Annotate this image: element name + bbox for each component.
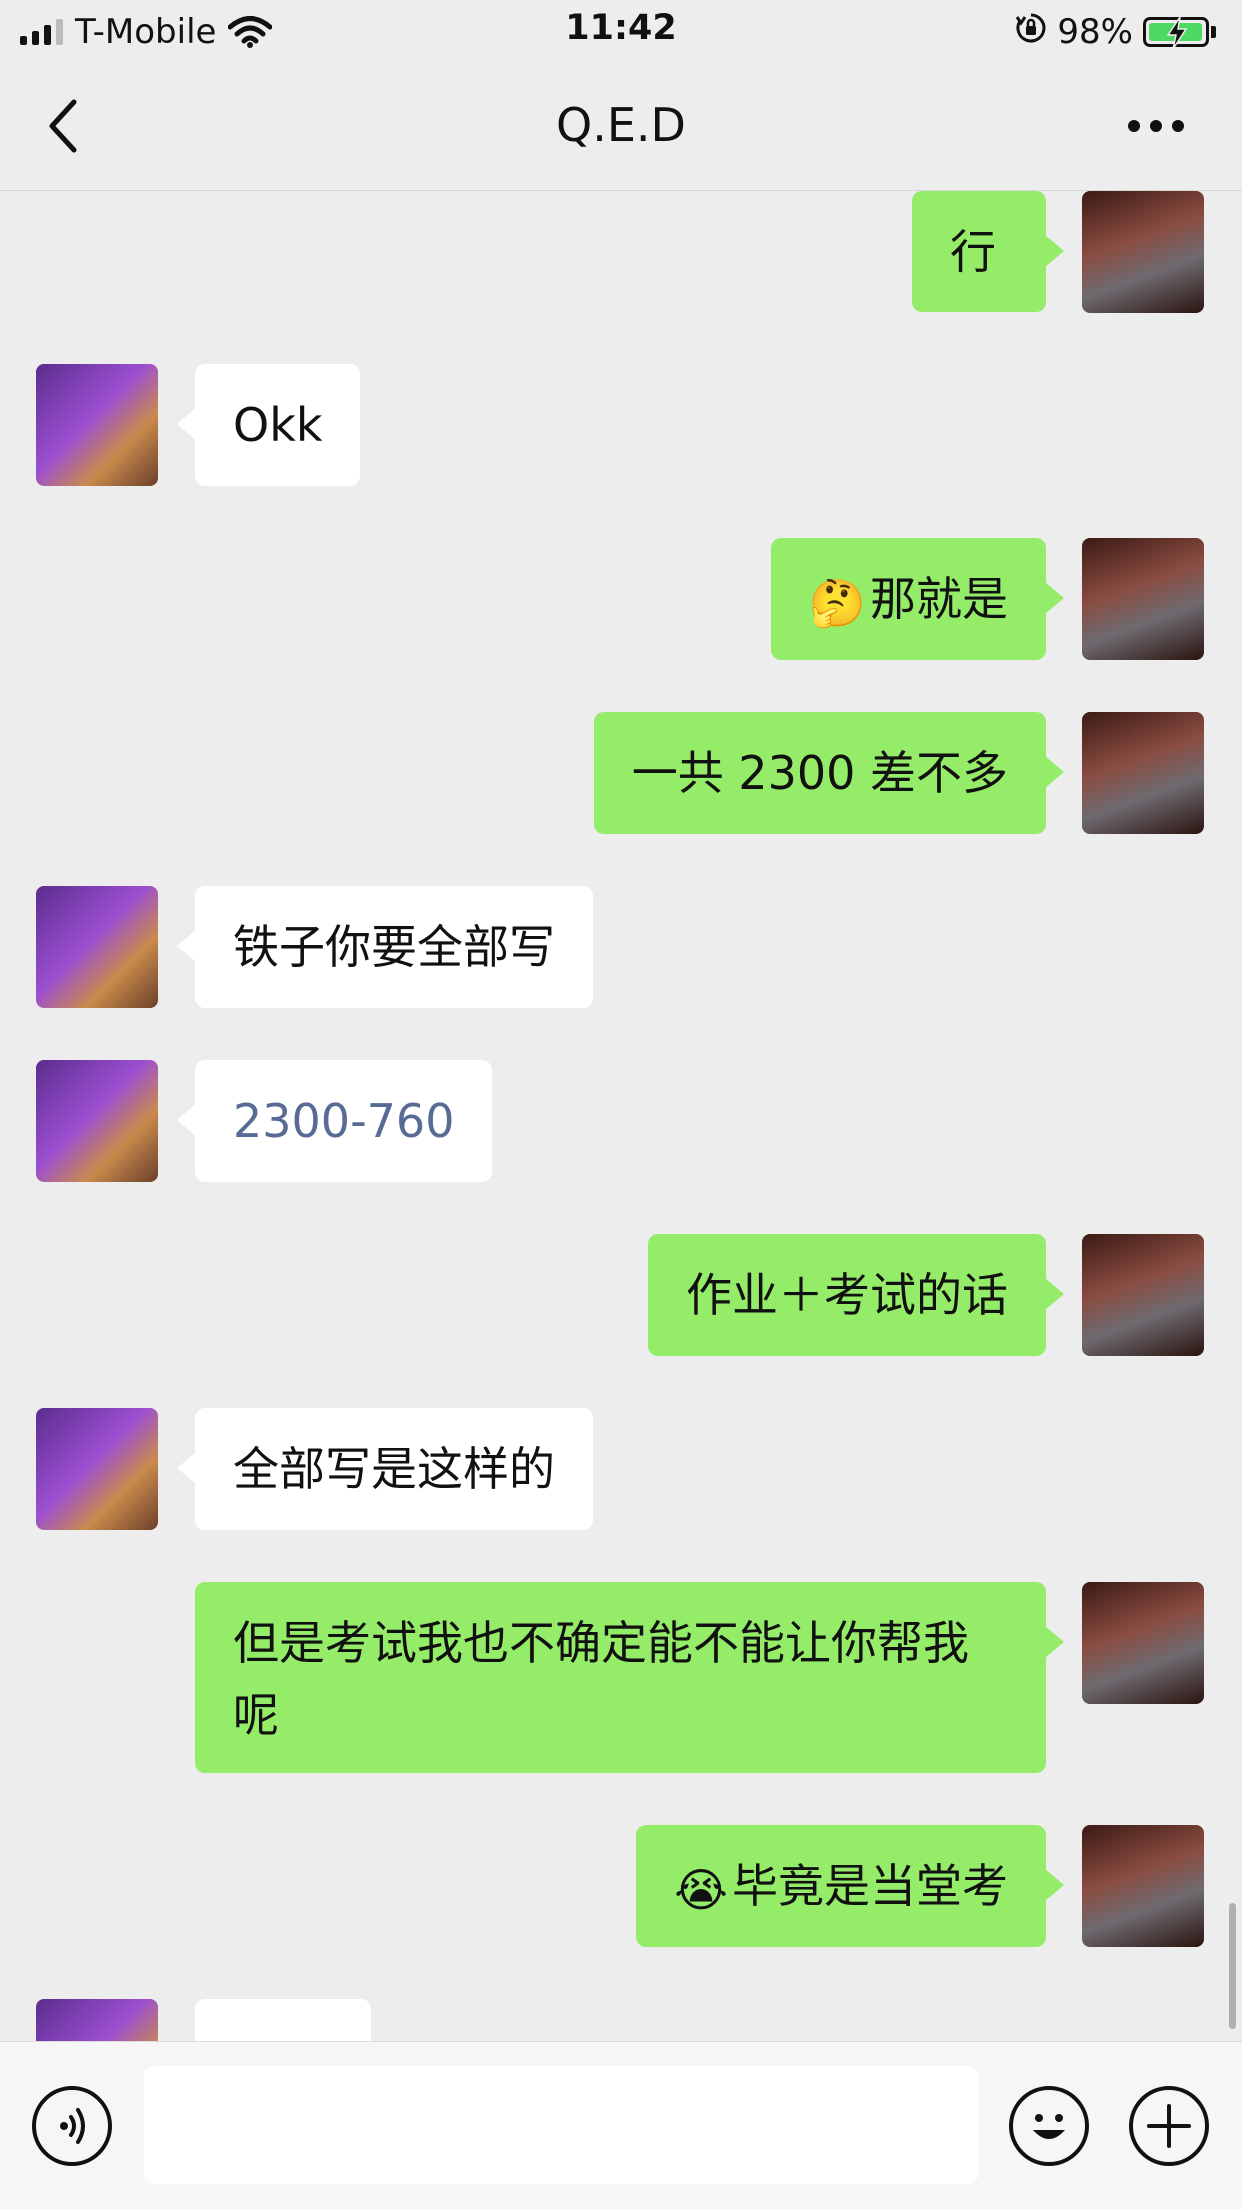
battery-cap — [1211, 26, 1216, 38]
my-message-bubble[interactable]: 一共 2300 差不多 — [593, 712, 1065, 834]
message-text: 作业＋考试的话 — [686, 1268, 1008, 1322]
more-button[interactable] — [1126, 118, 1186, 134]
scrollbar[interactable] — [1229, 1903, 1236, 2029]
message-text: 毕竟是当堂考 — [732, 1859, 1008, 1913]
contact-avatar[interactable] — [36, 1060, 158, 1182]
my-avatar[interactable] — [1082, 538, 1204, 660]
my-message-bubble[interactable]: 😭毕竟是当堂考 — [636, 1825, 1064, 1947]
message-text: 一共 2300 差不多 — [631, 746, 1008, 800]
contact-avatar[interactable] — [36, 1999, 158, 2041]
chat-header: Q.E.D — [0, 62, 1242, 191]
my-message-bubble[interactable]: 作业＋考试的话 — [648, 1234, 1064, 1356]
message-text: 那就是 — [870, 572, 1008, 626]
contact-avatar[interactable] — [36, 886, 158, 1008]
their-message-bubble[interactable]: 全部写是这样的 — [177, 1408, 593, 1530]
message-list[interactable]: 行 Okk 🤔那就是 一共 2300 差不多 铁子你要全部写 2300-760 — [0, 191, 1242, 2041]
thinking-face-emoji: 🤔 — [808, 575, 866, 630]
voice-button[interactable] — [32, 2086, 112, 2166]
more-functions-button[interactable] — [1129, 2086, 1209, 2166]
my-avatar[interactable] — [1082, 1582, 1204, 1704]
their-message-bubble[interactable] — [195, 1999, 371, 2041]
message-text: 铁子你要全部写 — [233, 920, 555, 974]
message-text: 全部写是这样的 — [233, 1442, 555, 1496]
battery-percent: 98% — [1057, 12, 1133, 52]
my-avatar[interactable] — [1082, 1825, 1204, 1947]
message-link-text[interactable]: 2300-760 — [233, 1094, 454, 1148]
my-message-bubble[interactable]: 行 — [912, 191, 1064, 312]
voice-icon — [60, 2108, 85, 2144]
my-message-bubble[interactable]: 🤔那就是 — [770, 538, 1065, 660]
orientation-lock-icon — [1015, 12, 1047, 53]
my-avatar[interactable] — [1082, 1234, 1204, 1356]
crying-face-emoji: 😭 — [674, 1862, 728, 1917]
battery-icon — [1143, 16, 1209, 50]
emoji-icon — [1033, 2114, 1065, 2139]
their-message-bubble[interactable]: 2300-760 — [176, 1060, 493, 1182]
charging-bolt-icon — [1166, 16, 1188, 50]
chat-title: Q.E.D — [556, 98, 686, 152]
emoji-button[interactable] — [1009, 2086, 1089, 2166]
message-input[interactable] — [144, 2066, 978, 2184]
message-text: 行 — [950, 225, 996, 279]
contact-avatar[interactable] — [36, 364, 158, 486]
input-bar — [0, 2041, 1242, 2209]
contact-avatar[interactable] — [36, 1408, 158, 1530]
my-avatar[interactable] — [1082, 712, 1204, 834]
more-dots-icon — [1128, 120, 1184, 132]
message-text: 但是考试我也不确定能不能让你帮我呢 — [233, 1616, 969, 1742]
status-right: 98% — [1015, 10, 1216, 54]
message-text: Okk — [233, 398, 323, 452]
my-avatar[interactable] — [1082, 191, 1204, 313]
my-message-bubble[interactable]: 但是考试我也不确定能不能让你帮我呢 — [195, 1582, 1064, 1773]
status-bar: T-Mobile 11:42 98% — [0, 0, 1242, 62]
their-message-bubble[interactable]: Okk — [176, 364, 361, 486]
plus-icon — [1147, 2104, 1191, 2148]
their-message-bubble[interactable]: 铁子你要全部写 — [177, 886, 593, 1008]
